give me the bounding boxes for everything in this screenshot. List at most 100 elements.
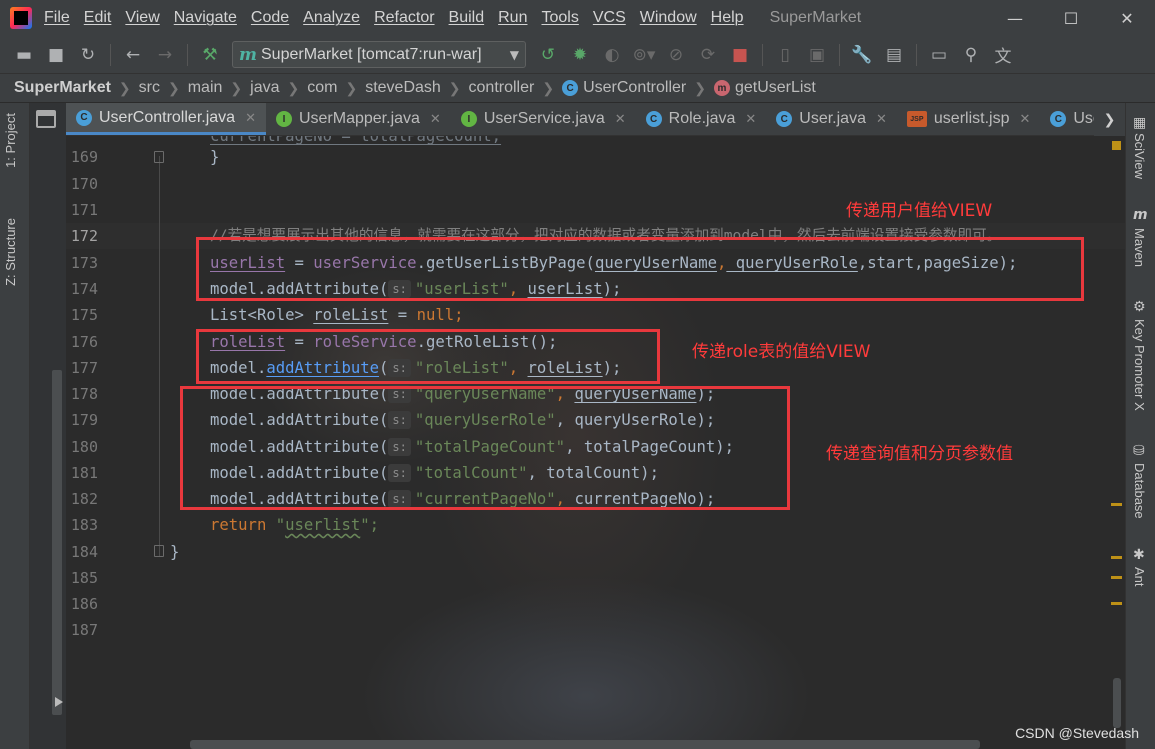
close-icon[interactable]: ✕	[745, 111, 756, 127]
breadcrumb-java[interactable]: java	[250, 79, 279, 97]
breadcrumb-controller[interactable]: controller	[469, 79, 535, 97]
breadcrumb-separator-icon: ❯	[167, 79, 180, 96]
breadcrumb-src[interactable]: src	[139, 79, 160, 97]
breadcrumb-main[interactable]: main	[188, 79, 223, 97]
breadcrumb: SuperMarket ❯ src ❯ main ❯ java ❯ com ❯ …	[0, 73, 1155, 103]
settings-wrench-icon[interactable]: 🔧	[851, 44, 873, 66]
breadcrumb-project[interactable]: SuperMarket	[14, 79, 111, 97]
code-line-175: List<Role> roleList = null;	[210, 306, 464, 324]
main-toolbar: ▬ ■ ↻ ← → ⚒ m SuperMarket [tomcat7:run-w…	[0, 36, 1155, 73]
fold-marker-icon[interactable]	[154, 545, 164, 557]
coverage-icon[interactable]: ◐	[601, 44, 623, 66]
annotation-user-to-view: 传递用户值给VIEW	[846, 201, 993, 221]
minimize-button[interactable]: —	[987, 0, 1043, 36]
rerun-icon[interactable]: ↺	[537, 44, 559, 66]
project-tool-tab[interactable]: 1: Project	[3, 113, 18, 168]
structure-tool-tab[interactable]: Z: Structure	[3, 218, 18, 286]
device-icon[interactable]: ▯	[774, 44, 796, 66]
panel-scrollbar[interactable]	[52, 370, 62, 715]
ant-tool-tab[interactable]: Ant	[1132, 567, 1147, 587]
toolbar-divider	[187, 43, 188, 66]
close-button[interactable]: ✕	[1099, 0, 1155, 36]
line-number: 185	[70, 569, 98, 587]
key-promoter-icon: ⚙	[1133, 299, 1146, 315]
tab-userservice[interactable]: I UserService.java ✕	[451, 103, 636, 135]
line-number: 171	[70, 201, 98, 219]
maven-tool-tab[interactable]: Maven	[1132, 228, 1147, 267]
close-icon[interactable]: ✕	[876, 111, 887, 127]
attach-icon[interactable]: ⊘	[665, 44, 687, 66]
menu-code[interactable]: Code	[251, 9, 289, 27]
back-arrow-icon[interactable]: ←	[122, 44, 144, 66]
menu-edit[interactable]: Edit	[84, 9, 112, 27]
reload-icon[interactable]: ⟳	[697, 44, 719, 66]
menu-analyze[interactable]: Analyze	[303, 9, 360, 27]
menu-view[interactable]: View	[125, 9, 159, 27]
chevron-down-icon[interactable]: ❯	[1094, 103, 1125, 136]
line-number: 187	[70, 621, 98, 639]
menu-refactor[interactable]: Refactor	[374, 9, 434, 27]
close-icon[interactable]: ✕	[245, 110, 256, 126]
build-hammer-icon[interactable]: ⚒	[199, 44, 221, 66]
editor-tabs: C UserController.java ✕ I UserMapper.jav…	[66, 103, 1125, 136]
panel-toggle-icon[interactable]	[36, 110, 56, 128]
translate-icon[interactable]: 文	[992, 44, 1014, 67]
warning-marker[interactable]	[1111, 556, 1122, 559]
warning-marker[interactable]	[1111, 602, 1122, 605]
sync-icon[interactable]: ↻	[77, 44, 99, 66]
expand-arrow-icon[interactable]	[55, 697, 63, 707]
tab-usercontroller[interactable]: C UserController.java ✕	[66, 103, 266, 135]
menu-navigate[interactable]: Navigate	[174, 9, 237, 27]
close-icon[interactable]: ✕	[1019, 111, 1030, 127]
menu-tools[interactable]: Tools	[541, 9, 578, 27]
menu-build[interactable]: Build	[449, 9, 485, 27]
breadcrumb-stevedash[interactable]: steveDash	[365, 79, 441, 97]
maven-icon: m	[239, 44, 257, 65]
database-tool-tab[interactable]: Database	[1132, 463, 1147, 519]
tab-user[interactable]: C User.java ✕	[766, 103, 897, 135]
tab-role[interactable]: C Role.java ✕	[636, 103, 767, 135]
profile-icon[interactable]: ⊚▾	[633, 44, 656, 66]
tab-label: UserController.java	[99, 108, 236, 126]
project-structure-icon[interactable]: ▤	[883, 44, 905, 66]
breadcrumb-com[interactable]: com	[307, 79, 337, 97]
forward-arrow-icon[interactable]: →	[154, 44, 176, 66]
key-promoter-label: Key Promoter X	[1132, 319, 1147, 411]
watermark-text: CSDN @Stevedash	[1015, 725, 1139, 741]
menu-window[interactable]: Window	[640, 9, 697, 27]
menu-vcs[interactable]: VCS	[593, 9, 626, 27]
run-configuration-select[interactable]: m SuperMarket [tomcat7:run-war] ▼	[232, 41, 526, 68]
sciview-tool-tab[interactable]: SciView	[1132, 133, 1147, 179]
open-folder-icon[interactable]: ▬	[13, 44, 35, 66]
sciview-label: SciView	[1132, 133, 1147, 180]
warning-indicator-icon[interactable]	[1112, 141, 1121, 150]
tab-usermapper[interactable]: I UserMapper.java ✕	[266, 103, 451, 135]
menu-run[interactable]: Run	[498, 9, 527, 27]
menu-help[interactable]: Help	[711, 9, 744, 27]
class-icon: C	[1050, 111, 1067, 127]
debug-bug-icon[interactable]: ✹	[569, 44, 591, 66]
close-icon[interactable]: ✕	[430, 111, 441, 127]
save-icon[interactable]: ■	[45, 44, 67, 66]
breadcrumb-class[interactable]: C UserController	[562, 79, 686, 97]
close-icon[interactable]: ✕	[615, 111, 626, 127]
menu-file[interactable]: File	[44, 9, 70, 27]
terminal-icon[interactable]: ▭	[928, 44, 950, 66]
warning-marker[interactable]	[1111, 576, 1122, 579]
annotation-role-to-view: 传递role表的值给VIEW	[692, 342, 871, 362]
tab-userlist-jsp[interactable]: JSP userlist.jsp ✕	[897, 103, 1040, 135]
search-icon[interactable]: ⚲	[960, 44, 982, 66]
avd-icon[interactable]: ▣	[806, 44, 828, 66]
warning-marker[interactable]	[1111, 503, 1122, 506]
breadcrumb-method[interactable]: m getUserList	[713, 79, 816, 97]
stop-icon[interactable]: ■	[729, 44, 751, 66]
vertical-scrollbar[interactable]	[1113, 678, 1121, 728]
breadcrumb-separator-icon: ❯	[345, 79, 358, 96]
maximize-button[interactable]: ☐	[1043, 0, 1099, 36]
key-promoter-tool-tab[interactable]: Key Promoter X	[1132, 319, 1147, 411]
title-bar: File Edit View Navigate Code Analyze Ref…	[0, 0, 1155, 36]
error-stripe[interactable]	[1109, 136, 1125, 749]
code-editor[interactable]: 169 170 171 172 173 174 175 176 177 178 …	[66, 136, 1125, 749]
horizontal-scrollbar[interactable]	[190, 740, 980, 749]
fold-marker-icon[interactable]	[154, 151, 164, 163]
